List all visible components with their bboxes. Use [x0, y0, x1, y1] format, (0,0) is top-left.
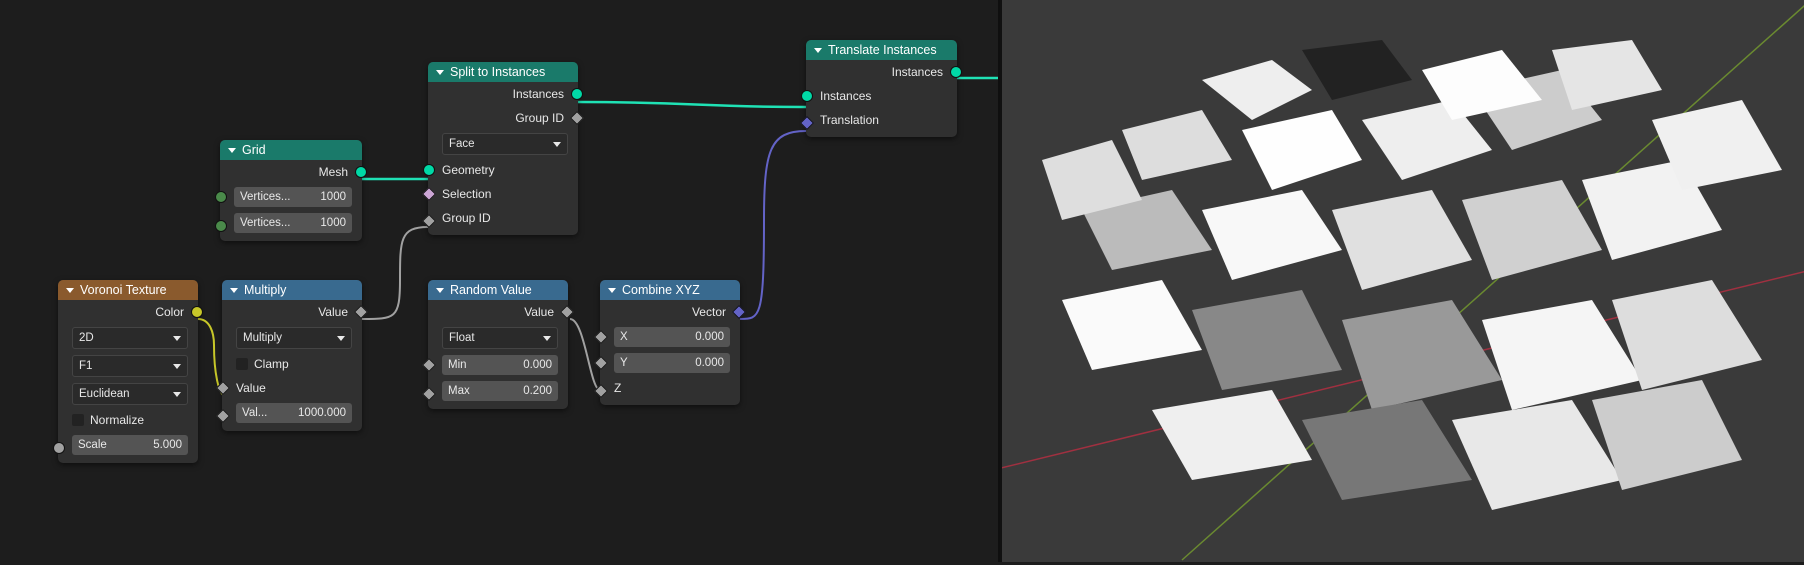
socket-output[interactable] — [560, 305, 574, 319]
voronoi-dim-select[interactable]: 2D — [72, 327, 188, 349]
scale-field[interactable]: Scale5.000 — [72, 435, 188, 455]
socket-output[interactable] — [354, 305, 368, 319]
node-title: Translate Instances — [828, 43, 937, 57]
input-geometry: Geometry — [442, 163, 495, 177]
random-type-select[interactable]: Float — [442, 327, 558, 349]
output-groupid: Group ID — [515, 111, 564, 125]
socket-input[interactable] — [53, 442, 65, 454]
3d-viewport[interactable] — [1000, 0, 1804, 562]
socket-input[interactable] — [801, 90, 813, 102]
node-split-to-instances[interactable]: Split to Instances Instances Group ID Fa… — [428, 62, 578, 235]
x-field[interactable]: X0.000 — [614, 327, 730, 347]
min-field[interactable]: Min0.000 — [442, 355, 558, 375]
input-groupid: Group ID — [442, 211, 491, 225]
input-selection: Selection — [442, 187, 491, 201]
node-header[interactable]: Grid — [220, 140, 362, 160]
socket-input[interactable] — [216, 381, 230, 395]
socket-output[interactable] — [570, 111, 584, 125]
output-vector: Vector — [692, 305, 726, 319]
output-value: Value — [318, 305, 348, 319]
vertices-y-field[interactable]: Vertices...1000 — [234, 213, 352, 233]
output-instances: Instances — [892, 65, 943, 79]
socket-input[interactable] — [216, 408, 230, 422]
node-editor[interactable]: Grid Mesh Vertices...1000 Vertices...100… — [0, 0, 998, 562]
normalize-checkbox[interactable] — [72, 414, 84, 426]
socket-output[interactable] — [571, 88, 583, 100]
clamp-label: Clamp — [254, 357, 289, 371]
socket-input[interactable] — [422, 187, 436, 201]
max-field[interactable]: Max0.200 — [442, 381, 558, 401]
node-combine-xyz[interactable]: Combine XYZ Vector X0.000 Y0.000 Z — [600, 280, 740, 405]
vertices-x-field[interactable]: Vertices...1000 — [234, 187, 352, 207]
input-z: Z — [614, 381, 621, 395]
socket-input[interactable] — [594, 383, 608, 397]
socket-input[interactable] — [800, 115, 814, 129]
node-title: Voronoi Texture — [80, 283, 167, 297]
node-grid[interactable]: Grid Mesh Vertices...1000 Vertices...100… — [220, 140, 362, 241]
input-value: Value — [236, 381, 266, 395]
input-translation: Translation — [820, 113, 879, 127]
node-header[interactable]: Translate Instances — [806, 40, 957, 60]
chevron-down-icon — [230, 288, 238, 293]
voronoi-metric-select[interactable]: Euclidean — [72, 383, 188, 405]
node-random-value[interactable]: Random Value Value Float Min0.000 Max0.2… — [428, 280, 568, 409]
domain-select[interactable]: Face — [442, 133, 568, 155]
node-math-multiply[interactable]: Multiply Value Multiply Clamp Value Val.… — [222, 280, 362, 431]
socket-input[interactable] — [594, 330, 608, 344]
node-title: Combine XYZ — [622, 283, 700, 297]
operation-select[interactable]: Multiply — [236, 327, 352, 349]
output-color: Color — [155, 305, 184, 319]
viewport-scene — [1002, 0, 1804, 562]
socket-output[interactable] — [732, 305, 746, 319]
socket-input[interactable] — [422, 213, 436, 227]
value-field[interactable]: Val...1000.000 — [236, 403, 352, 423]
node-header[interactable]: Combine XYZ — [600, 280, 740, 300]
socket-input[interactable] — [215, 220, 227, 232]
normalize-label: Normalize — [90, 413, 144, 427]
clamp-checkbox[interactable] — [236, 358, 248, 370]
node-voronoi-texture[interactable]: Voronoi Texture Color 2D F1 Euclidean No… — [58, 280, 198, 463]
socket-input[interactable] — [422, 358, 436, 372]
output-instances: Instances — [513, 87, 564, 101]
chevron-down-icon — [608, 288, 616, 293]
socket-output[interactable] — [950, 66, 962, 78]
chevron-down-icon — [228, 148, 236, 153]
socket-output[interactable] — [355, 166, 367, 178]
chevron-down-icon — [66, 288, 74, 293]
chevron-down-icon — [436, 288, 444, 293]
chevron-down-icon — [436, 70, 444, 75]
socket-input[interactable] — [422, 386, 436, 400]
chevron-down-icon — [814, 48, 822, 53]
output-mesh: Mesh — [319, 165, 348, 179]
socket-input[interactable] — [423, 164, 435, 176]
voronoi-type-select[interactable]: F1 — [72, 355, 188, 377]
socket-input[interactable] — [594, 356, 608, 370]
node-header[interactable]: Multiply — [222, 280, 362, 300]
node-title: Grid — [242, 143, 266, 157]
node-title: Random Value — [450, 283, 532, 297]
node-translate-instances[interactable]: Translate Instances Instances Instances … — [806, 40, 957, 137]
y-field[interactable]: Y0.000 — [614, 353, 730, 373]
input-instances: Instances — [820, 89, 871, 103]
node-header[interactable]: Voronoi Texture — [58, 280, 198, 300]
node-title: Multiply — [244, 283, 286, 297]
socket-input[interactable] — [215, 191, 227, 203]
node-header[interactable]: Random Value — [428, 280, 568, 300]
socket-output[interactable] — [191, 306, 203, 318]
output-value: Value — [524, 305, 554, 319]
node-header[interactable]: Split to Instances — [428, 62, 578, 82]
node-title: Split to Instances — [450, 65, 545, 79]
